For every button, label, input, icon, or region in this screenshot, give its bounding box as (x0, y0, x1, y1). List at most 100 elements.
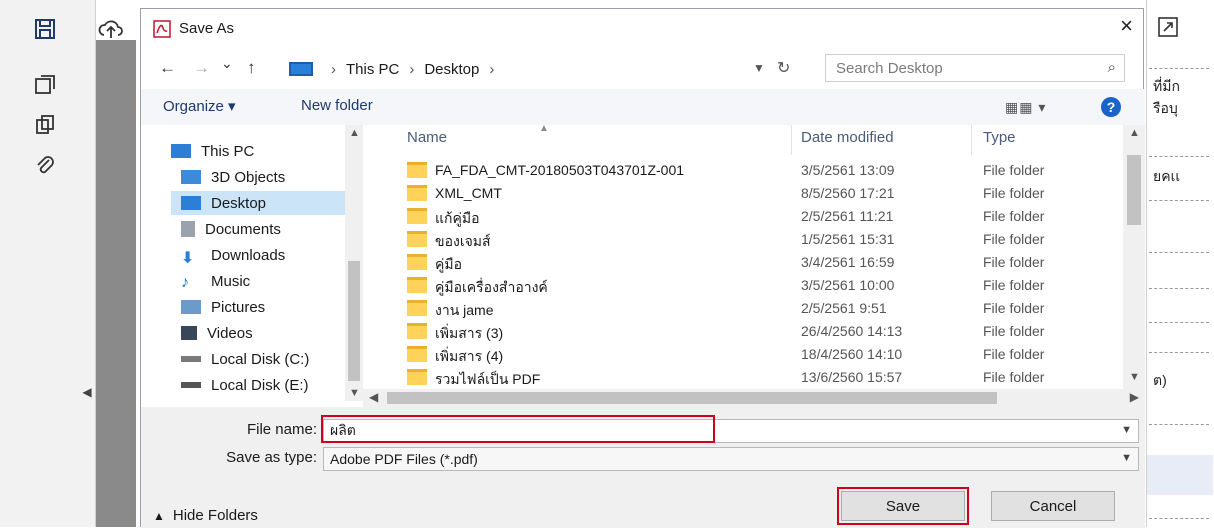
table-row[interactable]: คู่มือเครื่องสำอางค์ 3/5/2561 10:00 File… (401, 274, 1121, 297)
sidebar-item-downloads[interactable]: ⬇ Downloads (181, 243, 285, 268)
column-header-date[interactable]: Date modified (801, 129, 894, 146)
scroll-right-icon[interactable]: ▶ (1130, 390, 1139, 404)
table-row[interactable]: ของเจมส์ 1/5/2561 15:31 File folder (401, 228, 1121, 251)
acrobat-tool-rail: ◀ (0, 0, 123, 527)
sidebar-item-label: Local Disk (E:) (211, 376, 309, 394)
pane-divider (96, 40, 136, 527)
folder-icon (407, 185, 427, 201)
command-bar: Organize ▾ New folder ▦▦ ▾ ? (141, 89, 1145, 125)
save-button-highlight-box (837, 487, 969, 525)
file-name-cell: เพิ่มสาร (3) (435, 325, 504, 341)
file-name-cell: ของเจมส์ (435, 233, 491, 249)
search-input[interactable]: Search Desktop ⌕ (825, 54, 1125, 82)
file-list-vertical-scrollbar[interactable]: ▲ ▼ (1123, 125, 1145, 389)
sidebar-item-pictures[interactable]: Pictures (181, 295, 265, 319)
date-cell: 2/5/2561 11:21 (801, 208, 894, 224)
pc-icon (171, 144, 191, 158)
scroll-down-icon[interactable]: ▼ (1129, 371, 1140, 383)
column-divider[interactable] (791, 125, 792, 155)
chevron-up-icon: ▲ (153, 508, 165, 523)
navigation-pane-scrollbar[interactable]: ▲ ▼ (345, 125, 363, 401)
doc-line (1149, 252, 1209, 253)
back-arrow-icon[interactable]: ← (159, 58, 176, 78)
date-cell: 3/5/2561 10:00 (801, 277, 895, 293)
scroll-up-icon[interactable]: ▲ (1129, 127, 1140, 139)
file-name-cell: รวมไฟล์เป็น PDF (435, 371, 541, 387)
help-icon[interactable]: ? (1101, 97, 1121, 117)
hide-folders-button[interactable]: ▲ Hide Folders (153, 507, 258, 524)
file-list-horizontal-scrollbar[interactable]: ◀ ▶ (363, 389, 1145, 407)
doc-line (1149, 200, 1209, 201)
column-header-name[interactable]: Name (407, 129, 447, 146)
new-folder-button[interactable]: New folder (301, 97, 373, 114)
music-icon: ♪ (181, 274, 189, 291)
chevron-down-icon[interactable]: ▼ (1121, 452, 1132, 464)
forward-arrow-icon[interactable]: → (193, 58, 210, 78)
address-dropdown-icon[interactable]: ▼ (753, 61, 765, 75)
attach-icon[interactable] (30, 150, 60, 180)
save-as-type-select[interactable]: Adobe PDF Files (*.pdf) ▼ (323, 447, 1139, 471)
table-row[interactable]: FA_FDA_CMT-20180503T043701Z-001 3/5/2561… (401, 159, 1121, 182)
scroll-down-icon[interactable]: ▼ (349, 387, 360, 399)
address-bar[interactable]: › This PC › Desktop › (289, 55, 795, 83)
save-icon[interactable] (30, 14, 60, 44)
sidebar-item-videos[interactable]: Videos (181, 321, 253, 345)
sidebar-item-local-disk-c[interactable]: Local Disk (C:) (181, 347, 309, 371)
doc-text: ยคเเ (1153, 168, 1181, 184)
file-name-cell: แก้คู่มือ (435, 210, 480, 226)
save-as-dialog: Save As × ← → ⌄ ↑ › This PC › Desktop › … (140, 8, 1145, 528)
sidebar-item-desktop[interactable]: Desktop (171, 191, 345, 215)
table-row[interactable]: เพิ่มสาร (4) 18/4/2560 14:10 File folder (401, 343, 1121, 366)
date-cell: 8/5/2560 17:21 (801, 185, 895, 201)
sidebar-item-music[interactable]: ♪ Music (181, 269, 250, 293)
scroll-up-icon[interactable]: ▲ (349, 127, 360, 139)
table-row[interactable]: XML_CMT 8/5/2560 17:21 File folder (401, 182, 1121, 205)
breadcrumb-this-pc[interactable]: This PC (346, 61, 399, 78)
type-cell: File folder (983, 231, 1045, 247)
cancel-button[interactable]: Cancel (991, 491, 1115, 521)
scroll-left-icon[interactable]: ◀ (369, 390, 378, 404)
videos-icon (181, 326, 197, 340)
expand-icon[interactable] (1157, 16, 1179, 42)
sidebar-item-label: This PC (201, 142, 255, 160)
table-row[interactable]: รวมไฟล์เป็น PDF 13/6/2560 15:57 File fol… (401, 366, 1121, 389)
column-divider[interactable] (971, 125, 972, 155)
downloads-icon: ⬇ (181, 250, 195, 267)
sidebar-item-documents[interactable]: Documents (181, 217, 281, 241)
table-row[interactable]: คู่มือ 3/4/2561 16:59 File folder (401, 251, 1121, 274)
table-row[interactable]: แก้คู่มือ 2/5/2561 11:21 File folder (401, 205, 1121, 228)
sidebar-item-local-disk-e[interactable]: Local Disk (E:) (181, 373, 309, 397)
table-row[interactable]: งาน jame 2/5/2561 9:51 File folder (401, 297, 1121, 320)
recent-locations-icon[interactable]: ⌄ (221, 55, 233, 72)
folder-icon (407, 277, 427, 293)
pc-icon (289, 62, 313, 76)
collapse-pane-icon[interactable]: ◀ (80, 380, 94, 404)
breadcrumb-desktop[interactable]: Desktop (424, 61, 479, 78)
view-options-icon[interactable]: ▦▦ ▾ (1005, 99, 1046, 116)
table-row[interactable]: เพิ่มสาร (3) 26/4/2560 14:13 File folder (401, 320, 1121, 343)
date-cell: 18/4/2560 14:10 (801, 346, 903, 362)
breadcrumb-separator: › (489, 60, 495, 78)
file-name-label: File name: (246, 421, 317, 438)
close-icon[interactable]: × (1120, 13, 1133, 39)
copy-icon[interactable] (30, 110, 60, 140)
type-cell: File folder (983, 254, 1045, 270)
folder-icon (407, 254, 427, 270)
convert-icon[interactable] (30, 70, 60, 100)
date-cell: 26/4/2560 14:13 (801, 323, 903, 339)
sidebar-item-3d-objects[interactable]: 3D Objects (181, 165, 285, 189)
column-header-type[interactable]: Type (983, 129, 1016, 146)
chevron-down-icon[interactable]: ▼ (1121, 424, 1132, 436)
doc-line (1149, 156, 1209, 157)
scrollbar-thumb[interactable] (348, 261, 360, 381)
sidebar-item-this-pc[interactable]: This PC (171, 139, 254, 163)
organize-button[interactable]: Organize ▾ (163, 97, 236, 115)
refresh-icon[interactable]: ↻ (777, 58, 790, 78)
hide-folders-label: Hide Folders (172, 507, 258, 524)
up-arrow-icon[interactable]: ↑ (247, 58, 256, 78)
screen: ◀ ที่มีก รือบุ ยคเเ ต) Save As × ← → ⌄ ↑… (0, 0, 1214, 528)
scrollbar-thumb[interactable] (1127, 155, 1141, 225)
scrollbar-thumb[interactable] (387, 392, 997, 404)
date-cell: 13/6/2560 15:57 (801, 369, 903, 385)
doc-line (1149, 352, 1209, 353)
